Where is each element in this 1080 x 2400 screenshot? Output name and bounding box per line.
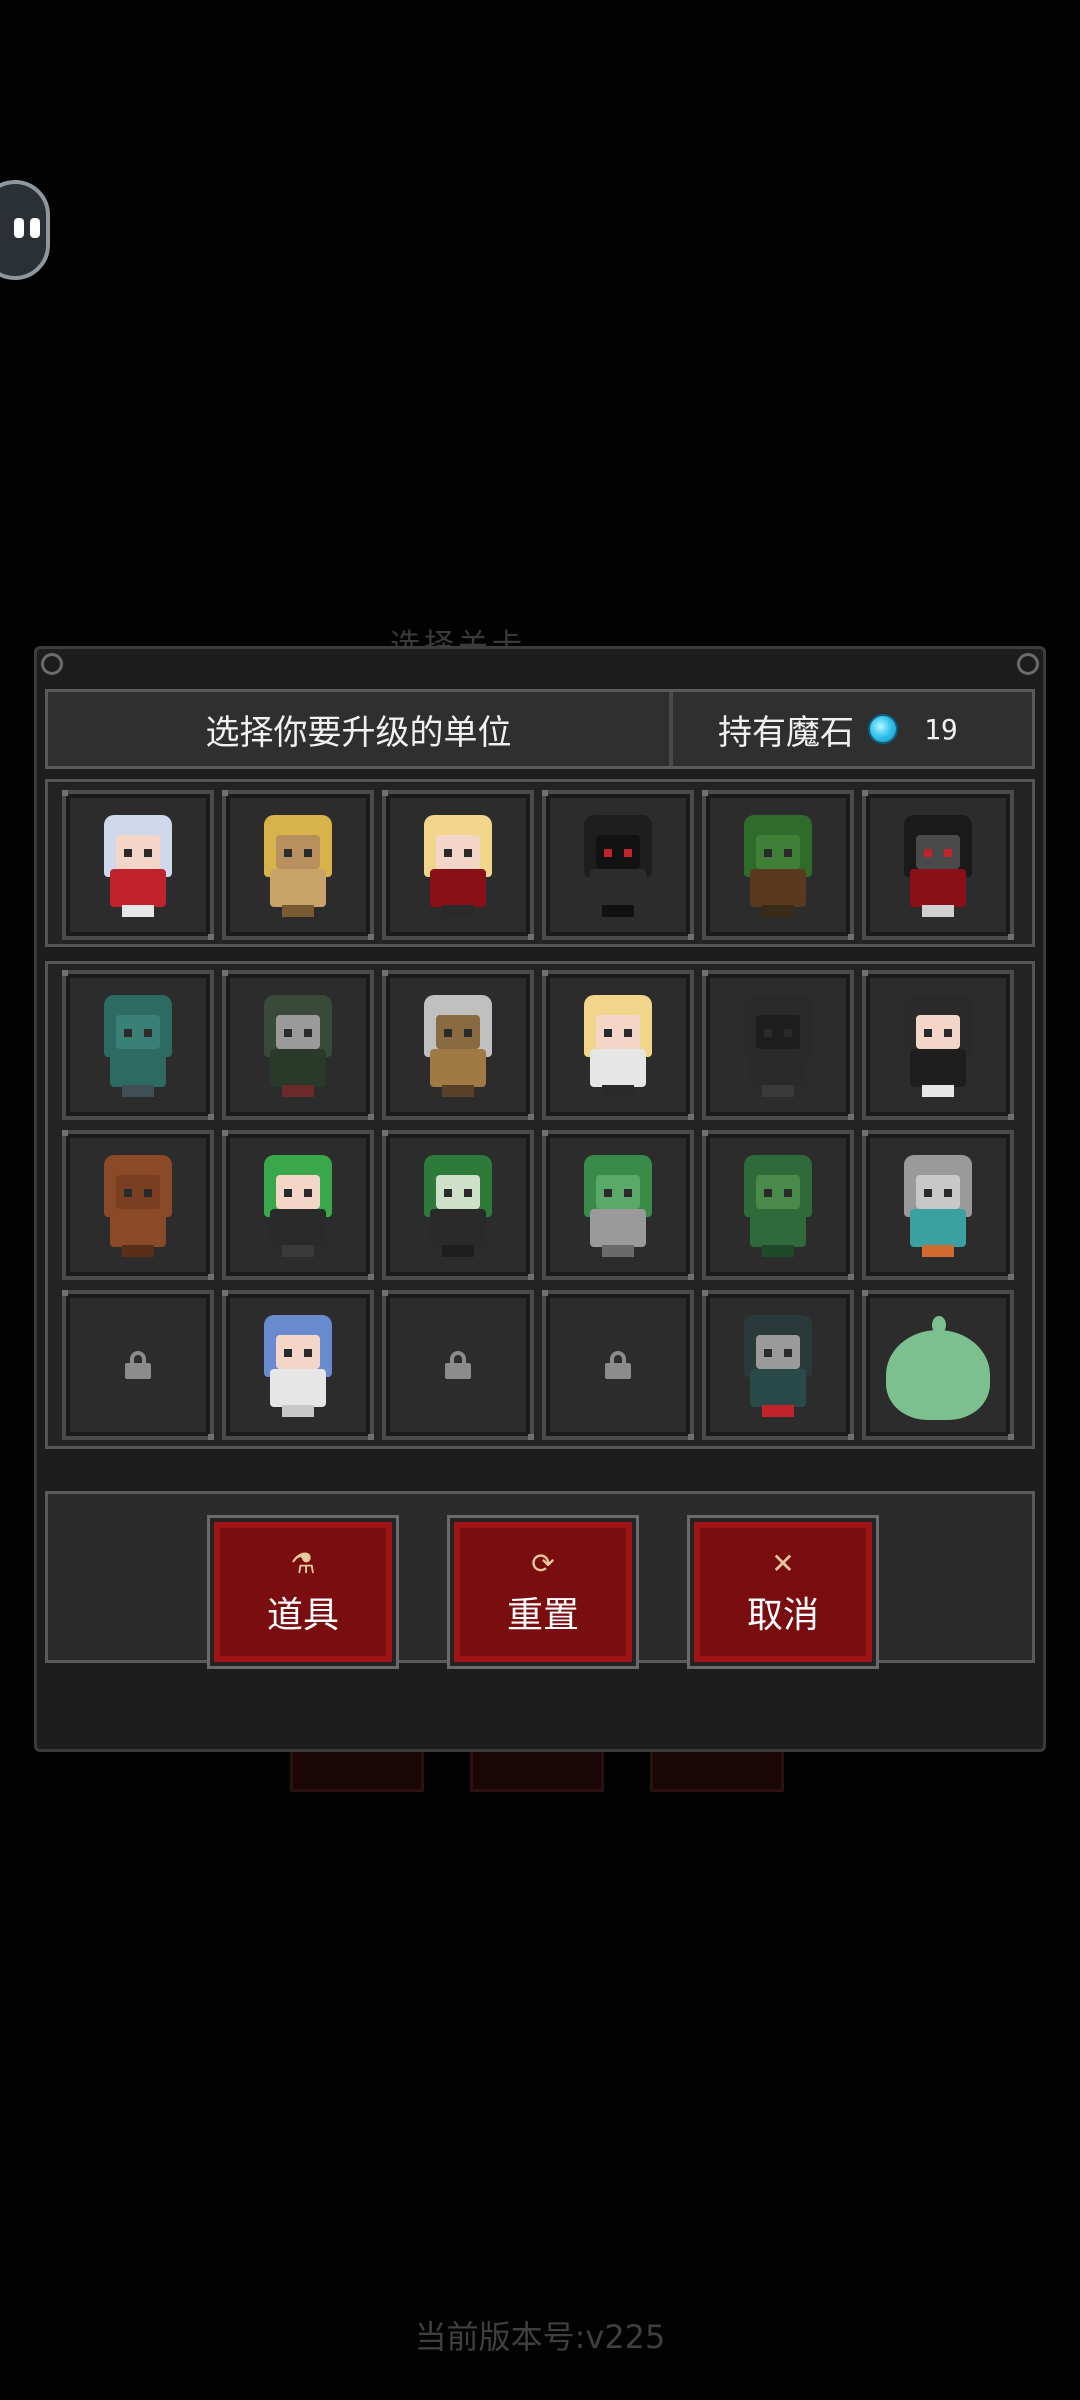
unit-slot-slime[interactable] <box>862 1290 1014 1440</box>
unit-slot-nun[interactable] <box>862 970 1014 1120</box>
locked-unit-slot <box>542 1290 694 1440</box>
dialog-header: 选择你要升级的单位 持有魔石 19 <box>45 689 1035 769</box>
treant-portrait <box>728 809 828 921</box>
gargoyle-portrait <box>728 989 828 1101</box>
lock-icon <box>605 1351 631 1379</box>
version-label: 当前版本号:v225 <box>414 2318 666 2356</box>
unit-slot-dark-wizard[interactable] <box>862 790 1014 940</box>
unit-slot-elf-girl[interactable] <box>542 970 694 1120</box>
pharaoh-portrait <box>248 809 348 921</box>
action-bar: ⚗ 道具 ⟳ 重置 ✕ 取消 <box>45 1491 1035 1669</box>
units-panel <box>45 961 1035 1449</box>
corner-ornament <box>41 653 63 675</box>
unit-slot-valkyrie[interactable] <box>222 1290 374 1440</box>
dark-wizard-portrait <box>888 809 988 921</box>
corner-ornament <box>1017 653 1039 675</box>
unit-slot-medusa[interactable] <box>222 1130 374 1280</box>
unit-slot-pharaoh[interactable] <box>222 790 374 940</box>
shadow-reaper-portrait <box>568 809 668 921</box>
frankenstein-portrait <box>408 1149 508 1261</box>
unit-slot-robot[interactable] <box>862 1130 1014 1280</box>
unit-slot-rock-golem[interactable] <box>62 1130 214 1280</box>
unit-slot-frankenstein[interactable] <box>382 1130 534 1280</box>
flask-icon: ⚗ <box>290 1547 316 1580</box>
unit-slot-minotaur[interactable] <box>382 970 534 1120</box>
unit-slot-treant[interactable] <box>702 790 854 940</box>
floating-assistant-button[interactable] <box>0 180 50 280</box>
unit-slot-goblin-shaman[interactable] <box>702 1290 854 1440</box>
reset-button-label: 重置 <box>506 1595 579 1636</box>
white-haired-princess-portrait <box>88 809 188 921</box>
cancel-button-label: 取消 <box>746 1595 819 1636</box>
rock-golem-portrait <box>88 1149 188 1261</box>
lock-icon <box>445 1351 471 1379</box>
units-row <box>62 1130 1014 1280</box>
magic-stone-icon <box>868 714 898 744</box>
gems-count: 19 <box>924 712 958 746</box>
gems-display: 持有魔石 19 <box>688 692 1028 766</box>
unit-slot-tribal-mask[interactable] <box>222 970 374 1120</box>
vampire-girl-portrait <box>408 809 508 921</box>
items-button[interactable]: ⚗ 道具 <box>207 1515 399 1669</box>
unit-slot-shadow-reaper[interactable] <box>542 790 694 940</box>
tribal-mask-portrait <box>248 989 348 1101</box>
unit-slot-vampire-girl[interactable] <box>382 790 534 940</box>
reset-button[interactable]: ⟳ 重置 <box>447 1515 639 1669</box>
featured-units-panel <box>45 779 1035 947</box>
unit-slot-plant-monster[interactable] <box>542 1130 694 1280</box>
header-prompt: 选择你要升级的单位 <box>48 692 673 766</box>
gems-label: 持有魔石 <box>718 712 854 753</box>
eye-icon <box>30 218 40 238</box>
items-button-label: 道具 <box>266 1595 339 1636</box>
nun-portrait <box>888 989 988 1101</box>
unit-slot-gargoyle[interactable] <box>702 970 854 1120</box>
unit-slot-white-haired-princess[interactable] <box>62 790 214 940</box>
slime-portrait <box>886 1316 990 1420</box>
unit-slot-zombie[interactable] <box>62 970 214 1120</box>
cancel-button[interactable]: ✕ 取消 <box>687 1515 879 1669</box>
medusa-portrait <box>248 1149 348 1261</box>
locked-unit-slot <box>62 1290 214 1440</box>
featured-units-row <box>62 790 1014 940</box>
unit-slot-green-dragon[interactable] <box>702 1130 854 1280</box>
robot-portrait <box>888 1149 988 1261</box>
units-row <box>62 1290 1014 1440</box>
upgrade-unit-dialog: 选择你要升级的单位 持有魔石 19 ⚗ 道具 ⟳ 重置 ✕ 取消 <box>34 646 1046 1752</box>
elf-girl-portrait <box>568 989 668 1101</box>
zombie-portrait <box>88 989 188 1101</box>
lock-icon <box>125 1351 151 1379</box>
units-row <box>62 970 1014 1120</box>
plant-monster-portrait <box>568 1149 668 1261</box>
minotaur-portrait <box>408 989 508 1101</box>
valkyrie-portrait <box>248 1309 348 1421</box>
refresh-icon: ⟳ <box>531 1547 555 1580</box>
goblin-shaman-portrait <box>728 1309 828 1421</box>
locked-unit-slot <box>382 1290 534 1440</box>
close-icon: ✕ <box>771 1547 795 1580</box>
eye-icon <box>14 218 24 238</box>
green-dragon-portrait <box>728 1149 828 1261</box>
